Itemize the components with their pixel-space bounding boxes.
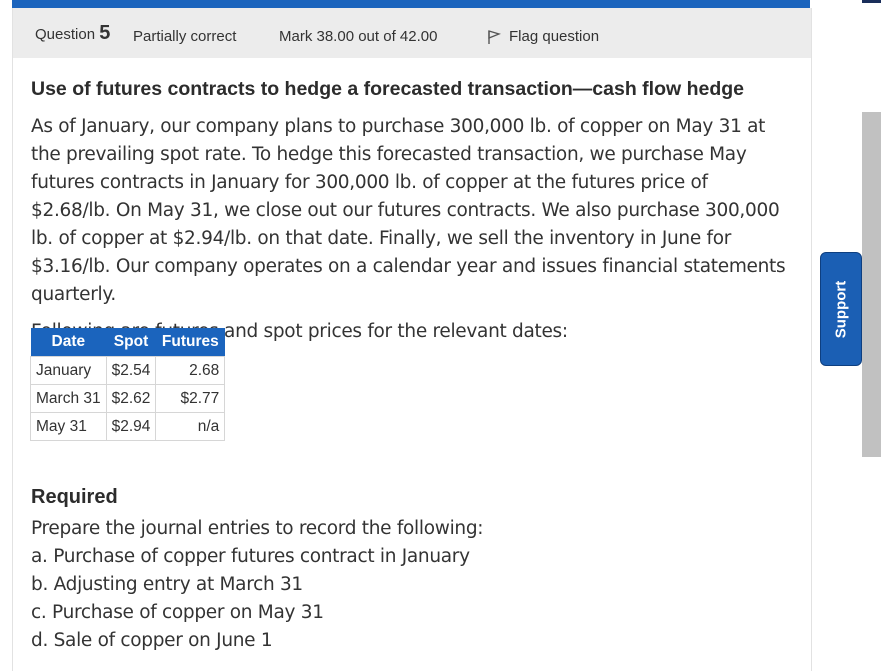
question-info-header: Question 5 Partially correct Mark 38.00 … bbox=[13, 8, 811, 58]
question-card: Question 5 Partially correct Mark 38.00 … bbox=[12, 8, 812, 671]
question-grade: Mark 38.00 out of 42.00 bbox=[279, 28, 438, 45]
cell-futures: $2.77 bbox=[155, 384, 226, 413]
list-item: b. Adjusting entry at March 31 bbox=[31, 574, 303, 595]
top-accent-bar bbox=[12, 0, 810, 8]
support-button[interactable]: Support bbox=[820, 252, 862, 366]
flag-question-label: Flag question bbox=[509, 28, 600, 45]
support-label: Support bbox=[832, 280, 850, 338]
list-item: c. Purchase of copper on May 31 bbox=[31, 602, 324, 623]
question-state: Partially correct bbox=[133, 28, 237, 45]
flag-question-button[interactable]: Flag question bbox=[487, 28, 599, 45]
cell-spot: $2.94 bbox=[105, 412, 157, 441]
cell-date: January bbox=[30, 356, 107, 385]
required-section: Required Prepare the journal entries to … bbox=[31, 486, 791, 655]
required-heading: Required bbox=[31, 486, 118, 508]
required-list: Prepare the journal entries to record th… bbox=[31, 515, 791, 655]
header-date: Date bbox=[30, 328, 107, 357]
header-spot: Spot bbox=[106, 328, 156, 357]
question-text: Use of futures contracts to hedge a fore… bbox=[31, 78, 791, 342]
question-number: Question 5 bbox=[35, 22, 111, 44]
table-row: May 31 $2.94 n/a bbox=[30, 412, 226, 441]
table-row: March 31 $2.62 $2.77 bbox=[30, 384, 226, 413]
cell-spot: $2.62 bbox=[105, 384, 157, 413]
cell-futures: 2.68 bbox=[155, 356, 226, 385]
cell-date: March 31 bbox=[30, 384, 107, 413]
question-title: Use of futures contracts to hedge a fore… bbox=[31, 78, 744, 100]
required-prompt: Prepare the journal entries to record th… bbox=[31, 518, 484, 539]
scrollbar-thumb[interactable] bbox=[862, 112, 881, 457]
header-futures: Futures bbox=[155, 328, 225, 357]
question-body: As of January, our company plans to purc… bbox=[31, 116, 786, 305]
table-row: January $2.54 2.68 bbox=[30, 356, 226, 385]
list-item: a. Purchase of copper futures contract i… bbox=[31, 546, 470, 567]
flag-icon bbox=[488, 29, 501, 44]
table-header-row: Date Spot Futures bbox=[30, 328, 225, 357]
cell-spot: $2.54 bbox=[105, 356, 157, 385]
cell-futures: n/a bbox=[155, 412, 226, 441]
prices-table: Date Spot Futures January $2.54 2.68 Mar… bbox=[30, 328, 226, 441]
cell-date: May 31 bbox=[30, 412, 107, 441]
list-item: d. Sale of copper on June 1 bbox=[31, 630, 273, 651]
top-right-strip bbox=[862, 0, 881, 3]
